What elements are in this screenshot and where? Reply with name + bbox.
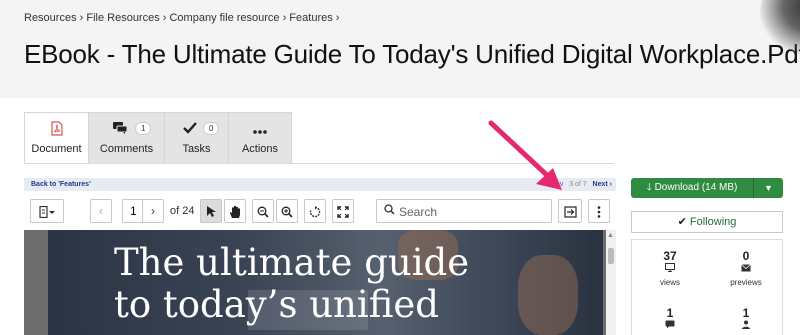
follower-icon [708, 320, 784, 334]
document-line-1: The ultimate guide [114, 241, 470, 284]
document-scrollbar[interactable]: ▲ [606, 230, 616, 335]
tab-tasks[interactable]: 0 Tasks [164, 112, 228, 164]
comment-count: 1 [666, 306, 674, 320]
cursor-icon [206, 204, 216, 218]
views-count: 37 [663, 249, 677, 263]
following-label: Following [689, 216, 737, 228]
document-stats: 37 views 0 previews 1 comment 1 follower [631, 239, 783, 335]
tab-actions-label: Actions [241, 143, 279, 155]
move-icon [563, 204, 577, 218]
vertical-dots-icon [597, 204, 601, 218]
back-link[interactable]: Back to 'Features' [31, 178, 91, 191]
monitor-icon [632, 263, 708, 277]
download-options-button[interactable]: ▼ [754, 178, 783, 198]
comment-icon [632, 320, 708, 334]
viewer-toolbar: ‹ › of 24 Search [24, 197, 616, 225]
stat-comment: 1 comment [632, 306, 708, 335]
tab-actions[interactable]: Actions [228, 112, 292, 164]
zoom-in-button[interactable] [276, 199, 298, 223]
stat-views: 37 views [632, 249, 708, 289]
next-page-button[interactable]: › [142, 199, 164, 223]
hand-icon [229, 204, 242, 218]
zoom-in-icon [281, 204, 293, 218]
download-main[interactable]: 🡓︎ Download (14 MB) [631, 178, 753, 198]
page-title: EBook - The Ultimate Guide To Today's Un… [24, 39, 800, 69]
stat-follower: 1 follower [708, 306, 784, 335]
pager-position: 3 of 7 [569, 181, 587, 188]
document-tabs: Document 1 Comments 0 Tasks Actions [24, 112, 292, 164]
rotate-button[interactable] [304, 199, 326, 223]
search-icon [384, 204, 395, 218]
previews-count: 0 [742, 249, 750, 263]
zoom-out-icon [257, 204, 269, 218]
tab-comments-label: Comments [99, 143, 154, 155]
open-in-new-button[interactable] [558, 199, 582, 223]
more-icon [229, 113, 291, 137]
expand-icon [337, 204, 349, 218]
stat-previews: 0 previews [708, 249, 784, 289]
rotate-icon [309, 204, 321, 218]
views-label: views [659, 278, 680, 287]
search-placeholder: Search [399, 205, 438, 219]
document-line-2: to today’s unified [114, 283, 439, 326]
chevron-left-icon: ‹ [99, 204, 103, 218]
page-count-label: of 24 [170, 205, 195, 217]
tab-document-label: Document [31, 143, 82, 155]
tasks-count-badge: 0 [203, 122, 220, 135]
document-cover-text: The ultimate guide to today’s unified [114, 242, 469, 326]
chevron-right-icon: › [151, 204, 155, 218]
envelope-icon [708, 263, 784, 277]
previous-page-button[interactable]: ‹ [90, 199, 112, 223]
document-view-icon [39, 204, 55, 218]
pan-tool-button[interactable] [224, 199, 246, 223]
download-button[interactable]: 🡓︎ Download (14 MB) ▼ [631, 178, 783, 198]
follower-count: 1 [742, 306, 750, 320]
document-viewer[interactable]: The ultimate guide to today’s unified ▲ [24, 230, 616, 335]
download-arrow-icon: 🡓︎ [646, 182, 652, 193]
tab-tasks-label: Tasks [182, 143, 211, 155]
scroll-up-icon: ▲ [607, 232, 614, 239]
check-icon: ✔ [677, 216, 687, 228]
scroll-thumb[interactable] [608, 248, 614, 264]
previews-label: previews [730, 278, 762, 287]
search-input[interactable]: Search [376, 199, 552, 223]
zoom-out-button[interactable] [252, 199, 274, 223]
next-link[interactable]: Next › [593, 181, 612, 188]
breadcrumb[interactable]: Resources › File Resources › Company fil… [24, 12, 339, 24]
document-page: The ultimate guide to today’s unified [48, 230, 603, 335]
sidebar-toggle-button[interactable] [30, 199, 64, 223]
page-header: Resources › File Resources › Company fil… [0, 0, 800, 98]
annotation-arrow-icon [488, 120, 562, 190]
more-options-button[interactable] [588, 199, 610, 223]
fullscreen-button[interactable] [332, 199, 354, 223]
select-tool-button[interactable] [200, 199, 222, 223]
download-label: Download (14 MB) [654, 182, 738, 193]
comments-count-badge: 1 [135, 122, 152, 135]
chevron-down-icon: ▼ [764, 183, 773, 193]
following-button[interactable]: ✔ Following [631, 211, 783, 233]
